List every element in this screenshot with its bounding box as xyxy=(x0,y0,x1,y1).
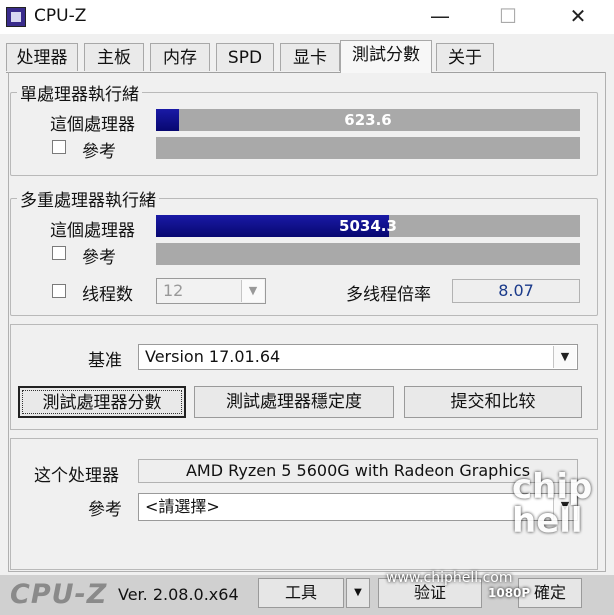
multi-thread-legend: 多重處理器執行緒 xyxy=(20,191,156,211)
single-this-cpu-bar: 623.6 xyxy=(156,109,580,131)
tools-label: 工具 xyxy=(284,583,317,602)
reference-processor-value: <請選擇> xyxy=(145,497,220,516)
bench-cpu-button[interactable]: 測試處理器分數 xyxy=(18,386,186,418)
tab-mainboard[interactable]: 主板 xyxy=(84,43,144,71)
threads-label: 线程数 xyxy=(82,285,133,305)
watermark-brand: chip hell xyxy=(512,467,593,541)
cpuz-logo: CPU-Z xyxy=(10,579,108,610)
watermark-resolution: 1080P xyxy=(488,586,531,600)
tools-dropdown-icon[interactable]: ▼ xyxy=(346,578,370,608)
benchmark-version-value: Version 17.01.64 xyxy=(145,347,281,366)
benchmark-label: 基准 xyxy=(88,351,122,371)
title-bar: CPU-Z — ☐ ✕ xyxy=(0,0,614,34)
close-button[interactable]: ✕ xyxy=(558,2,598,30)
maximize-button[interactable]: ☐ xyxy=(488,2,528,30)
cpuz-app-icon xyxy=(6,7,26,27)
watermark-site: www.chiphell.com xyxy=(386,570,513,586)
tab-bench[interactable]: 測試分數 xyxy=(340,40,432,73)
ratio-label: 多线程倍率 xyxy=(346,285,431,305)
window-title: CPU-Z xyxy=(34,6,87,26)
multi-reference-label: 參考 xyxy=(82,248,116,268)
tab-memory[interactable]: 内存 xyxy=(150,43,210,71)
single-reference-checkbox[interactable] xyxy=(52,140,66,154)
threads-checkbox[interactable] xyxy=(52,284,66,298)
single-reference-label: 參考 xyxy=(82,142,116,162)
threads-select[interactable]: 12 ▼ xyxy=(156,278,266,304)
tools-button[interactable]: 工具 xyxy=(258,578,344,608)
benchmark-version-select[interactable]: Version 17.01.64 ▼ xyxy=(138,344,578,370)
single-this-cpu-label: 這個處理器 xyxy=(50,115,135,135)
chevron-down-icon: ▼ xyxy=(241,280,264,302)
single-this-cpu-score: 623.6 xyxy=(344,111,392,129)
tab-about[interactable]: 关于 xyxy=(436,43,494,71)
minimize-button[interactable]: — xyxy=(420,2,460,30)
multi-this-cpu-bar: 5034.3 xyxy=(156,215,580,237)
chevron-down-icon: ▼ xyxy=(553,346,576,368)
submit-compare-button[interactable]: 提交和比较 xyxy=(404,386,582,418)
tab-graphics[interactable]: 显卡 xyxy=(280,43,340,71)
multi-reference-checkbox[interactable] xyxy=(52,246,66,260)
reference-processor-label: 參考 xyxy=(88,500,122,520)
tab-strip: 处理器 主板 内存 SPD 显卡 測試分數 关于 xyxy=(6,40,606,73)
threads-value: 12 xyxy=(163,281,184,300)
multi-this-cpu-score: 5034.3 xyxy=(339,217,397,235)
tab-spd[interactable]: SPD xyxy=(216,43,274,71)
multi-reference-bar xyxy=(156,243,580,265)
version-text: Ver. 2.08.0.x64 xyxy=(118,585,239,604)
this-processor-label: 这个处理器 xyxy=(34,466,119,486)
multi-this-cpu-label: 這個處理器 xyxy=(50,221,135,241)
stress-cpu-button[interactable]: 測試處理器穩定度 xyxy=(194,386,394,418)
single-reference-bar xyxy=(156,137,580,159)
single-thread-legend: 單處理器執行緒 xyxy=(20,85,139,105)
tab-processor[interactable]: 处理器 xyxy=(6,43,78,71)
ratio-value: 8.07 xyxy=(452,279,580,303)
